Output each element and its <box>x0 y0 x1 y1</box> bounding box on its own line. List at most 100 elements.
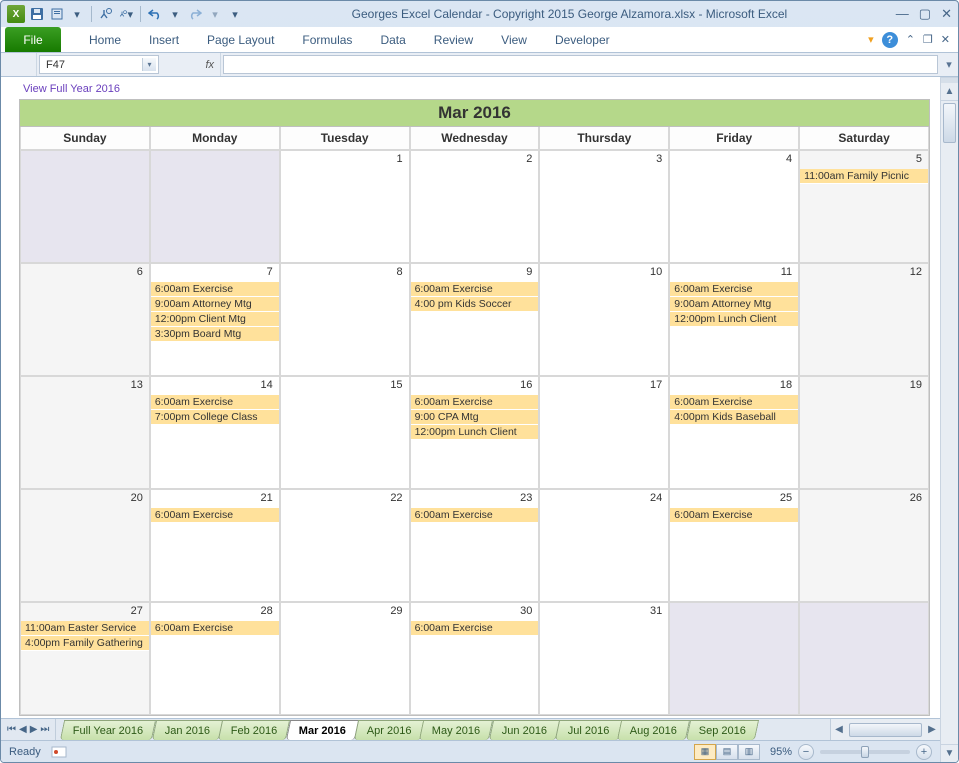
sheet-tab[interactable]: Jan 2016 <box>152 720 224 740</box>
calendar-cell[interactable]: 12 <box>799 263 929 376</box>
workbook-restore-icon[interactable]: ❐ <box>923 33 933 46</box>
calendar-cell[interactable]: 31 <box>539 602 669 715</box>
redo-dropdown-icon[interactable]: ▾ <box>207 6 223 22</box>
qat-customize-icon[interactable]: ▾ <box>227 6 243 22</box>
calendar-event[interactable]: 6:00am Exercise <box>151 508 279 523</box>
zoom-out-icon[interactable]: − <box>798 744 814 760</box>
calendar-event[interactable]: 11:00am Easter Service <box>21 621 149 636</box>
calendar-event[interactable]: 6:00am Exercise <box>411 508 539 523</box>
view-normal-icon[interactable]: ▦ <box>694 744 716 760</box>
workbook-close-icon[interactable]: ✕ <box>941 33 950 46</box>
calendar-cell[interactable]: 22 <box>280 489 410 602</box>
calendar-cell[interactable] <box>799 602 929 715</box>
ribbon-dropdown-icon[interactable]: ▾ <box>868 33 874 46</box>
macro-record-icon[interactable] <box>51 746 67 758</box>
close-icon[interactable]: ✕ <box>941 6 952 22</box>
calendar-cell[interactable]: 236:00am Exercise <box>410 489 540 602</box>
sheet-tab[interactable]: Sep 2016 <box>685 720 758 740</box>
name-box-dropdown-icon[interactable]: ▾ <box>142 58 156 71</box>
calendar-cell[interactable] <box>669 602 799 715</box>
menu-tab-formulas[interactable]: Formulas <box>288 27 366 52</box>
calendar-event[interactable]: 4:00pm Kids Baseball <box>670 410 798 425</box>
tab-prev-icon[interactable]: ◀ <box>19 724 27 735</box>
calendar-event[interactable]: 6:00am Exercise <box>670 282 798 297</box>
calendar-cell[interactable]: 6 <box>20 263 150 376</box>
zoom-in-icon[interactable]: + <box>916 744 932 760</box>
calendar-event[interactable]: 6:00am Exercise <box>670 395 798 410</box>
calendar-cell[interactable]: 20 <box>20 489 150 602</box>
calendar-cell[interactable]: 286:00am Exercise <box>150 602 280 715</box>
file-tab[interactable]: File <box>5 27 61 52</box>
sheet-tab[interactable]: Full Year 2016 <box>60 720 157 740</box>
calendar-event[interactable]: 7:00pm College Class <box>151 410 279 425</box>
calendar-cell[interactable] <box>20 150 150 263</box>
calendar-event[interactable]: 4:00 pm Kids Soccer <box>411 297 539 312</box>
maximize-icon[interactable]: ▢ <box>919 6 931 22</box>
calendar-cell[interactable]: 1 <box>280 150 410 263</box>
sheet-tab[interactable]: Aug 2016 <box>617 720 690 740</box>
calendar-event[interactable]: 3:30pm Board Mtg <box>151 327 279 342</box>
vscroll-up-icon[interactable]: ▲ <box>941 83 958 101</box>
calendar-cell[interactable]: 186:00am Exercise4:00pm Kids Baseball <box>669 376 799 489</box>
tab-first-icon[interactable]: ⏮ <box>7 724 16 735</box>
vscroll-thumb[interactable] <box>943 103 956 143</box>
calendar-event[interactable]: 6:00am Exercise <box>151 621 279 636</box>
calendar-cell[interactable]: 10 <box>539 263 669 376</box>
calendar-cell[interactable]: 15 <box>280 376 410 489</box>
calendar-event[interactable]: 6:00am Exercise <box>411 282 539 297</box>
find-icon[interactable] <box>98 6 114 22</box>
sheet-tab[interactable]: Mar 2016 <box>285 720 358 740</box>
calendar-cell[interactable]: 116:00am Exercise9:00am Attorney Mtg12:0… <box>669 263 799 376</box>
vscroll-down-icon[interactable]: ▼ <box>941 744 958 762</box>
undo-dropdown-icon[interactable]: ▾ <box>167 6 183 22</box>
calendar-event[interactable]: 12:00pm Lunch Client <box>411 425 539 440</box>
calendar-event[interactable]: 12:00pm Lunch Client <box>670 312 798 327</box>
menu-tab-data[interactable]: Data <box>366 27 419 52</box>
calendar-event[interactable]: 12:00pm Client Mtg <box>151 312 279 327</box>
sheet-tab[interactable]: May 2016 <box>419 720 494 740</box>
print-preview-icon[interactable] <box>49 6 65 22</box>
sheet-tab[interactable]: Jul 2016 <box>555 720 623 740</box>
calendar-event[interactable]: 6:00am Exercise <box>151 282 279 297</box>
vertical-scrollbar[interactable]: ▲ ▼ <box>940 77 958 762</box>
sheet-content[interactable]: View Full Year 2016 Mar 2016 SundayMonda… <box>1 77 940 718</box>
save-icon[interactable] <box>29 6 45 22</box>
calendar-cell[interactable] <box>150 150 280 263</box>
calendar-cell[interactable]: 306:00am Exercise <box>410 602 540 715</box>
tab-next-icon[interactable]: ▶ <box>30 724 38 735</box>
calendar-cell[interactable]: 96:00am Exercise4:00 pm Kids Soccer <box>410 263 540 376</box>
zoom-value[interactable]: 95% <box>770 746 792 758</box>
menu-tab-review[interactable]: Review <box>420 27 487 52</box>
ribbon-minimize-icon[interactable]: ⌃ <box>906 33 915 46</box>
calendar-event[interactable]: 9:00am Attorney Mtg <box>670 297 798 312</box>
hscroll-left-icon[interactable]: ◀ <box>831 724 847 735</box>
name-box[interactable]: F47 ▾ <box>39 55 159 74</box>
tab-last-icon[interactable]: ⏭ <box>40 724 49 735</box>
calendar-cell[interactable]: 29 <box>280 602 410 715</box>
calendar-event[interactable]: 6:00am Exercise <box>411 621 539 636</box>
menu-tab-page-layout[interactable]: Page Layout <box>193 27 288 52</box>
calendar-event[interactable]: 6:00am Exercise <box>411 395 539 410</box>
hscroll-right-icon[interactable]: ▶ <box>924 724 940 735</box>
menu-tab-home[interactable]: Home <box>75 27 135 52</box>
hscroll-thumb[interactable] <box>849 723 922 737</box>
calendar-cell[interactable]: 2711:00am Easter Service4:00pm Family Ga… <box>20 602 150 715</box>
sheet-tab[interactable]: Apr 2016 <box>353 720 424 740</box>
fx-label[interactable]: fx <box>161 53 221 76</box>
calendar-event[interactable]: 4:00pm Family Gathering <box>21 636 149 651</box>
calendar-event[interactable]: 6:00am Exercise <box>151 395 279 410</box>
calendar-cell[interactable]: 3 <box>539 150 669 263</box>
menu-tab-view[interactable]: View <box>487 27 541 52</box>
formula-expand-icon[interactable]: ▾ <box>940 53 958 76</box>
horizontal-scrollbar[interactable]: ◀ ▶ <box>830 719 940 740</box>
calendar-cell[interactable]: 19 <box>799 376 929 489</box>
calendar-cell[interactable]: 24 <box>539 489 669 602</box>
calendar-event[interactable]: 9:00 CPA Mtg <box>411 410 539 425</box>
calendar-cell[interactable]: 4 <box>669 150 799 263</box>
sheet-tab[interactable]: Jun 2016 <box>488 720 560 740</box>
calendar-cell[interactable]: 17 <box>539 376 669 489</box>
calendar-cell[interactable]: 13 <box>20 376 150 489</box>
sheet-tab[interactable]: Feb 2016 <box>218 720 291 740</box>
calendar-cell[interactable]: 256:00am Exercise <box>669 489 799 602</box>
calendar-cell[interactable]: 2 <box>410 150 540 263</box>
